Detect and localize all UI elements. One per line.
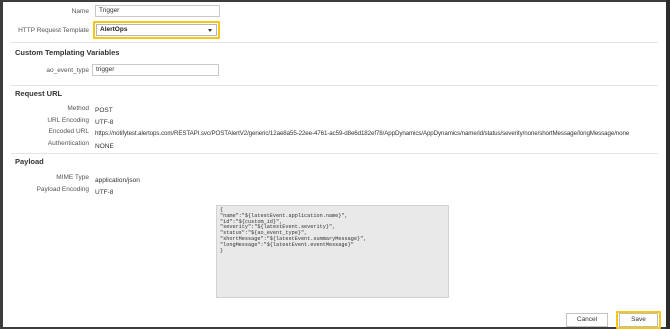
- custom-vars-title: Custom Templating Variables: [15, 48, 120, 57]
- save-highlight: Save: [616, 311, 661, 329]
- encoded-url-label: Encoded URL: [48, 128, 89, 135]
- save-button[interactable]: Save: [619, 313, 658, 327]
- url-encoding-label: URL Encoding: [47, 117, 89, 124]
- payload-title: Payload: [15, 157, 44, 166]
- template-select-value: AlertOps: [100, 26, 128, 33]
- divider: [11, 153, 658, 154]
- window-edge: [666, 0, 670, 329]
- payload-textarea[interactable]: { "name":"${latestEvent.application.name…: [216, 205, 449, 298]
- action-editor-panel: Name Trigger HTTP Request Template Alert…: [3, 2, 666, 329]
- template-label: HTTP Request Template: [18, 27, 89, 34]
- authentication-value: NONE: [95, 143, 114, 150]
- method-label: Method: [67, 105, 89, 112]
- url-encoding-value: UTF-8: [95, 119, 114, 126]
- cancel-button[interactable]: Cancel: [566, 313, 608, 327]
- divider: [11, 42, 658, 43]
- authentication-label: Authentication: [47, 140, 89, 147]
- name-label: Name: [71, 8, 89, 15]
- mime-type-label: MIME Type: [56, 174, 89, 181]
- name-field[interactable]: Trigger: [95, 5, 220, 17]
- event-type-field[interactable]: trigger: [92, 64, 219, 76]
- template-highlight: AlertOps: [93, 21, 220, 39]
- method-value: POST: [95, 107, 113, 114]
- request-url-title: Request URL: [15, 89, 63, 98]
- payload-encoding-value: UTF-8: [95, 189, 114, 196]
- chevron-down-icon: [208, 29, 212, 32]
- divider: [11, 85, 658, 86]
- mime-type-value: application/json: [95, 177, 140, 184]
- template-select[interactable]: AlertOps: [96, 24, 217, 36]
- payload-encoding-label: Payload Encoding: [36, 186, 89, 193]
- event-type-label: ao_event_type: [46, 67, 89, 74]
- encoded-url-value: https://notifytest.alertops.com/RESTAPI.…: [95, 130, 630, 137]
